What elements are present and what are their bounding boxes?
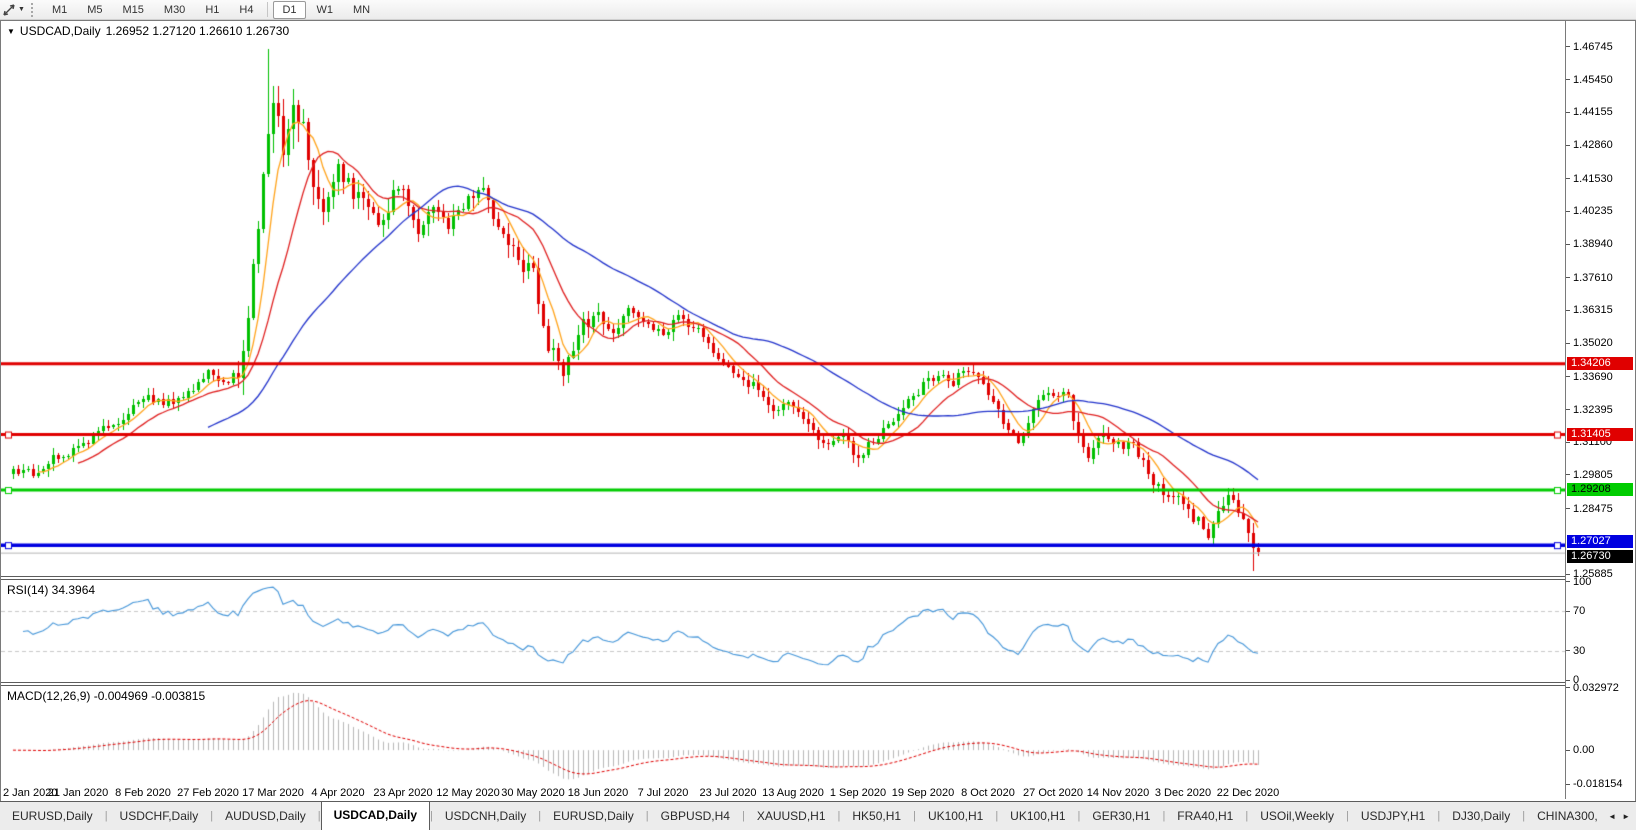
chart-tab-usdchf-daily[interactable]: USDCHF,Daily: [108, 802, 211, 830]
timeframe-button-m1[interactable]: M1: [43, 1, 76, 19]
date-axis-label: 19 Sep 2020: [892, 787, 954, 799]
date-axis-label: 21 Jan 2020: [48, 787, 109, 799]
chevron-down-icon[interactable]: ▼: [18, 6, 25, 13]
chart-tab-usoil-weekly[interactable]: USOil,Weekly: [1248, 802, 1346, 830]
chart-tab-bar: EURUSD,Daily|USDCHF,Daily|AUDUSD,Daily|U…: [0, 801, 1636, 830]
macd-axis-tick: 0.032972: [1566, 682, 1619, 694]
timeframe-button-m5[interactable]: M5: [78, 1, 111, 19]
price-axis-tick: 1.41530: [1566, 173, 1613, 185]
chart-tab-uk100-h1[interactable]: UK100,H1: [916, 802, 995, 830]
chart-tab-dj30-daily[interactable]: DJ30,Daily: [1440, 802, 1522, 830]
cursor-tool-icon[interactable]: [1, 2, 17, 17]
timeframe-button-d1[interactable]: D1: [273, 1, 305, 19]
date-axis-label: 4 Apr 2020: [311, 787, 364, 799]
tab-scroll-arrows: ◄ ►: [1598, 802, 1636, 830]
date-axis-label: 12 May 2020: [436, 787, 500, 799]
chart-tab-usdcad-daily[interactable]: USDCAD,Daily: [321, 801, 430, 830]
chart-ohlc-values: 1.26952 1.27120 1.26610 1.26730: [106, 24, 290, 38]
chart-tab-hk50-h1[interactable]: HK50,H1: [840, 802, 913, 830]
date-axis-label: 27 Feb 2020: [177, 787, 239, 799]
price-axis-tick: 1.28475: [1566, 503, 1613, 515]
price-level-badge: 1.27027: [1567, 535, 1633, 548]
date-axis-label: 1 Sep 2020: [830, 787, 886, 799]
chart-tab-usdjpy-h1[interactable]: USDJPY,H1: [1349, 802, 1437, 830]
price-axis-tick: 1.45450: [1566, 74, 1613, 86]
date-axis-label: 23 Jul 2020: [700, 787, 757, 799]
main-chart-canvas[interactable]: [1, 21, 1565, 576]
tab-scroll-left-icon[interactable]: ◄: [1608, 812, 1616, 821]
macd-axis-tick: -0.018154: [1566, 778, 1623, 790]
price-axis-tick: 1.29805: [1566, 469, 1613, 481]
chart-tab-ger30-h1[interactable]: GER30,H1: [1080, 802, 1162, 830]
timeframe-button-w1[interactable]: W1: [308, 1, 343, 19]
rsi-axis-tick: 30: [1566, 645, 1585, 657]
date-axis-label: 18 Jun 2020: [568, 787, 629, 799]
chart-tab-usdcnh-daily[interactable]: USDCNH,Daily: [433, 802, 538, 830]
timeframe-button-h4[interactable]: H4: [230, 1, 262, 19]
rsi-pane-canvas[interactable]: [1, 580, 1565, 682]
rsi-indicator-label: RSI(14) 34.3964: [7, 583, 95, 597]
timeframe-toolbar: ▼ M1M5M15M30H1H4 D1W1MN: [0, 0, 1636, 20]
date-axis-label: 13 Aug 2020: [762, 787, 824, 799]
price-level-badge: 1.31405: [1567, 428, 1633, 441]
chart-tab-eurusd-daily[interactable]: EURUSD,Daily: [541, 802, 646, 830]
price-axis-tick: 1.33690: [1566, 371, 1613, 383]
macd-axis-tick: 0.00: [1566, 744, 1594, 756]
chart-symbol-period: USDCAD,Daily: [20, 24, 101, 38]
date-axis-label: 3 Dec 2020: [1155, 787, 1211, 799]
chart-tab-audusd-daily[interactable]: AUDUSD,Daily: [213, 802, 318, 830]
timeframe-button-mn[interactable]: MN: [344, 1, 379, 19]
timeframe-button-m30[interactable]: M30: [155, 1, 194, 19]
price-axis-tick: 1.38940: [1566, 238, 1613, 250]
date-axis-label: 22 Dec 2020: [1217, 787, 1279, 799]
price-axis-tick: 1.37610: [1566, 272, 1613, 284]
collapse-triangle-icon[interactable]: ▼: [7, 27, 15, 36]
price-level-badge: 1.26730: [1567, 550, 1633, 563]
tab-scroll-right-icon[interactable]: ►: [1622, 812, 1630, 821]
chart-tab-fra40-h1[interactable]: FRA40,H1: [1165, 802, 1245, 830]
date-axis-label: 30 May 2020: [501, 787, 565, 799]
price-axis-tick: 1.35020: [1566, 337, 1613, 349]
macd-indicator-label: MACD(12,26,9) -0.004969 -0.003815: [7, 689, 205, 703]
date-axis-label: 14 Nov 2020: [1087, 787, 1149, 799]
price-level-badge: 1.34206: [1567, 357, 1633, 370]
chart-tab-xauusd-h1[interactable]: XAUUSD,H1: [745, 802, 838, 830]
date-axis-label: 27 Oct 2020: [1023, 787, 1083, 799]
chart-tab-uk100-h1[interactable]: UK100,H1: [998, 802, 1077, 830]
price-level-badge: 1.29208: [1567, 483, 1633, 496]
chart-window: ▼ USDCAD,Daily 1.26952 1.27120 1.26610 1…: [0, 20, 1636, 802]
rsi-axis-tick: 70: [1566, 605, 1585, 617]
chart-tab-gbpusd-h4[interactable]: GBPUSD,H4: [649, 802, 742, 830]
price-axis-tick: 1.42860: [1566, 139, 1613, 151]
timeframe-button-h1[interactable]: H1: [196, 1, 228, 19]
chart-title: ▼ USDCAD,Daily 1.26952 1.27120 1.26610 1…: [7, 24, 289, 38]
price-axis-tick: 1.36315: [1566, 304, 1613, 316]
price-axis: 1.46745 1.45450 1.44155 1.42860 1.41530 1.402…: [1565, 21, 1635, 799]
toolbar-separator: [267, 2, 268, 17]
price-axis-tick: 1.40235: [1566, 205, 1613, 217]
chart-tab-eurusd-daily[interactable]: EURUSD,Daily: [0, 802, 105, 830]
price-axis-tick: 1.44155: [1566, 106, 1613, 118]
date-axis-label: 8 Oct 2020: [961, 787, 1015, 799]
date-axis-label: 17 Mar 2020: [242, 787, 304, 799]
toolbar-grip[interactable]: [31, 3, 36, 17]
rsi-axis-tick: 100: [1566, 576, 1591, 588]
timeframe-button-m15[interactable]: M15: [114, 1, 153, 19]
price-axis-tick: 1.46745: [1566, 41, 1613, 53]
date-axis-label: 7 Jul 2020: [638, 787, 689, 799]
macd-pane-canvas[interactable]: [1, 686, 1565, 786]
price-axis-tick: 1.32395: [1566, 404, 1613, 416]
date-axis-label: 8 Feb 2020: [115, 787, 171, 799]
date-axis-label: 23 Apr 2020: [373, 787, 432, 799]
